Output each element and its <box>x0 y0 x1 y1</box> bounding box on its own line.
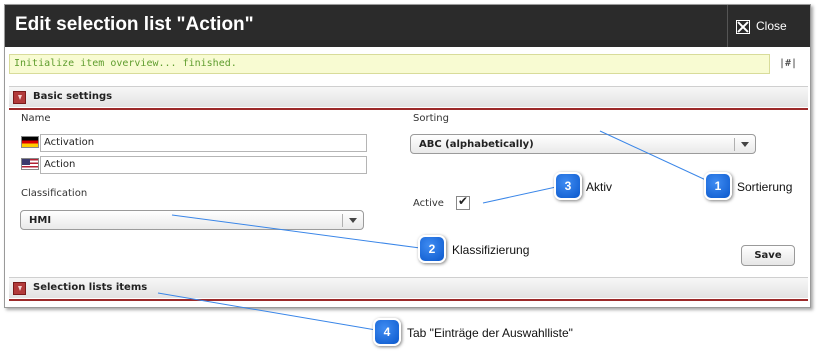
callout-line-2 <box>171 214 421 249</box>
callout-line-4 <box>157 292 377 331</box>
callout-badge-3: 3 <box>554 172 582 200</box>
callout-lines <box>157 130 709 331</box>
callout-badge-1: 1 <box>704 172 732 200</box>
callout-line-3 <box>482 186 557 204</box>
callout-text-4: Tab "Einträge der Auswahlliste" <box>407 326 573 340</box>
callout-text-3: Aktiv <box>586 180 613 194</box>
callout-text-2: Klassifizierung <box>452 243 530 257</box>
callout-text-1: Sortierung <box>737 180 793 194</box>
screenshot-stage: Edit selection list "Action" Close Initi… <box>0 0 819 358</box>
callout-badge-4: 4 <box>373 318 401 346</box>
callout-badge-2: 2 <box>418 235 446 263</box>
callout-line-1 <box>599 130 709 182</box>
